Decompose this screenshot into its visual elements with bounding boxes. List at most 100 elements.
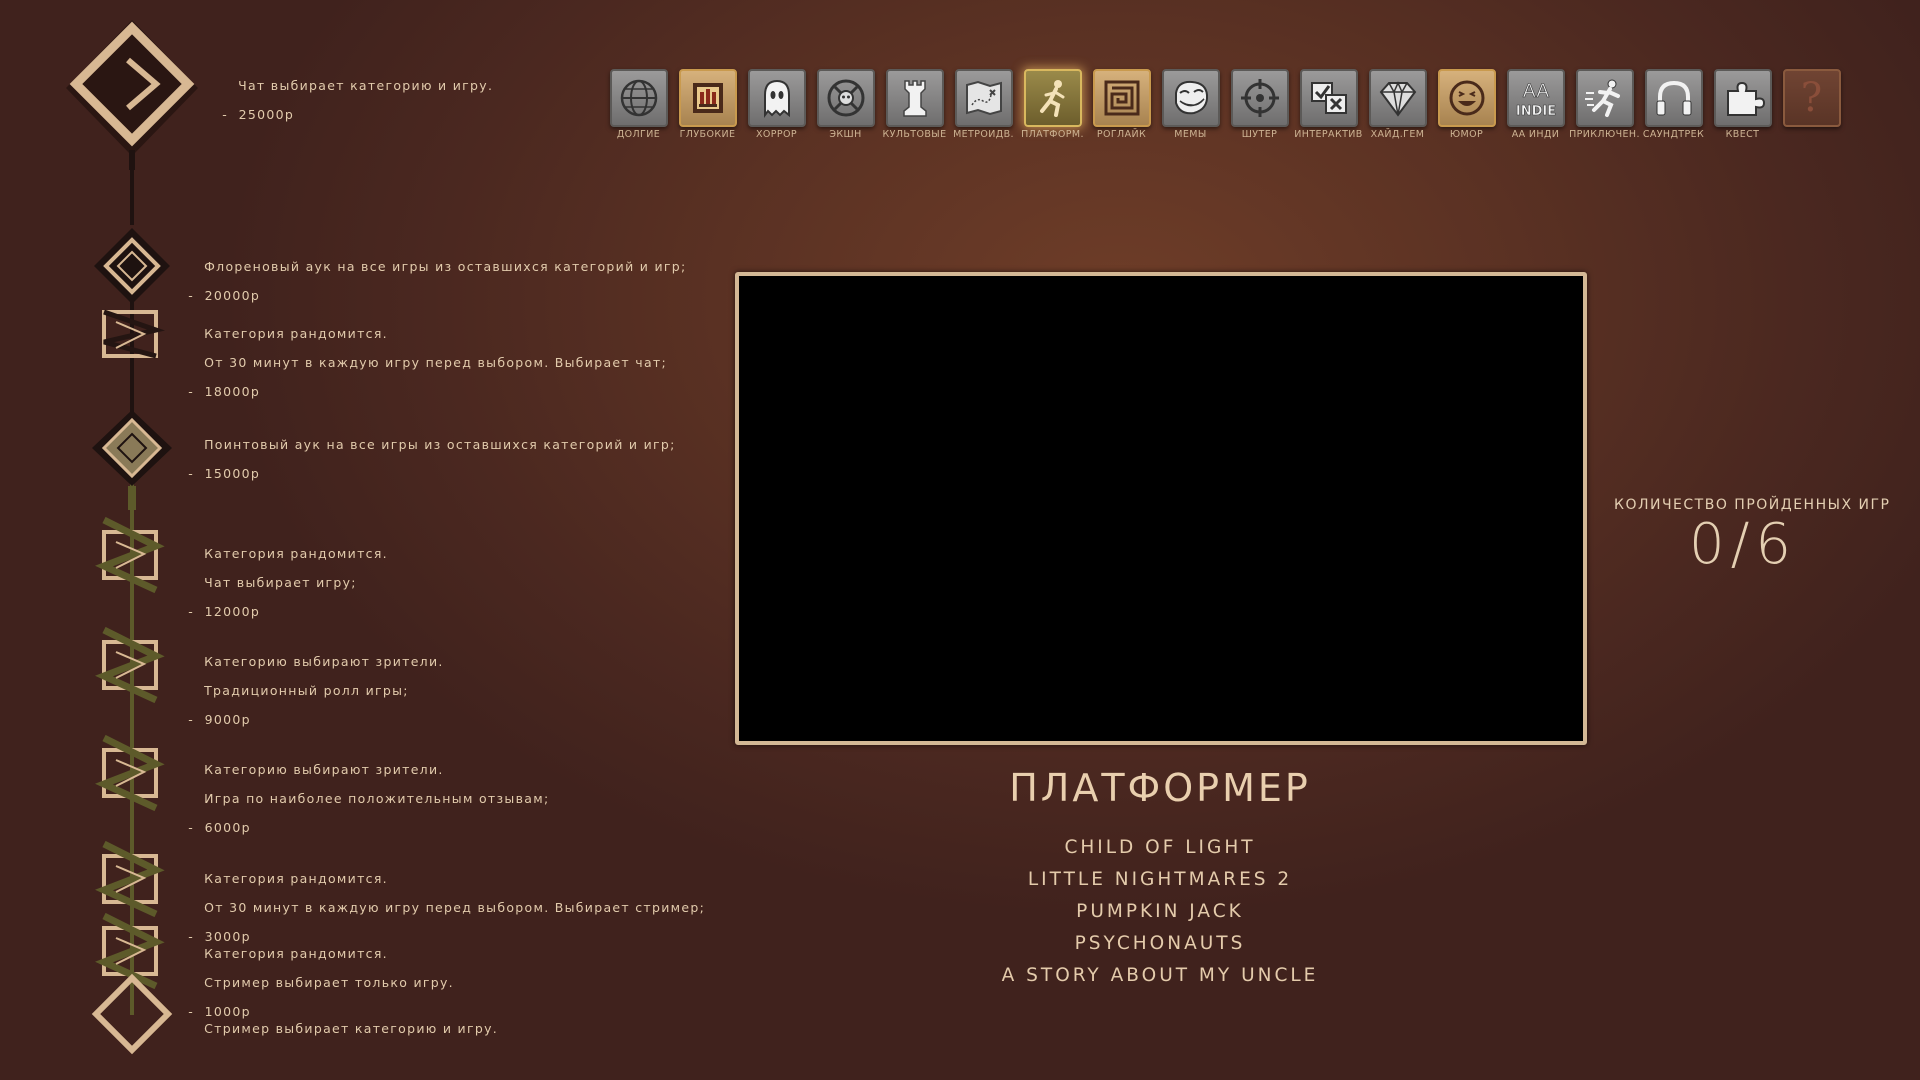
category-horror[interactable]: ХОРРОР [742, 69, 811, 145]
category-interactive[interactable]: ИНТЕРАКТИВ [1294, 69, 1363, 145]
tier-4-text: Поинтовый аук на все игры из оставшихся … [183, 423, 676, 510]
tier-7-price: - 6000р [183, 819, 251, 835]
tier-emblem-7 [95, 734, 165, 812]
choice-boxes-icon [1299, 69, 1358, 127]
category-label: МЕТРОИДВ. [953, 129, 1014, 140]
laughing-face-icon [1437, 69, 1496, 127]
category-memes[interactable]: МЕМЫ [1156, 69, 1225, 145]
diamond-gem-icon [1368, 69, 1427, 127]
tier-7-line-1: Категорию выбирают зрители. [204, 761, 444, 777]
category-label: ХОРРОР [755, 129, 798, 140]
category-metroidvania[interactable]: МЕТРОИДВ. [949, 69, 1018, 145]
category-label: КВЕСТ [1725, 129, 1760, 140]
category-label: ПРИКЛЮЧЕН. [1569, 129, 1640, 140]
category-label: ЭКШН [829, 129, 862, 140]
tier-3-line-2: От 30 минут в каждую игру перед выбором.… [204, 354, 667, 370]
stream-capture-frame [735, 272, 1587, 745]
globe-icon [609, 69, 668, 127]
category-roguelike[interactable]: РОГЛАЙК [1087, 69, 1156, 145]
tier-3-line-1: Категория рандомится. [204, 325, 388, 341]
tier-1-price: - 25000р [217, 106, 295, 122]
category-label: ШУТЕР [1241, 129, 1278, 140]
tier-5-text: Категория рандомится. Чат выбирает игру;… [183, 532, 388, 648]
aa-indie-top-text: AA [1522, 80, 1549, 102]
tier-emblem-8 [95, 840, 165, 918]
category-bar: ДОЛГИЕ ГЛУБОКИЕ ХОРРОР ЭКШН КУЛЬТОВЫЕ МЕ… [604, 69, 1846, 145]
category-long[interactable]: ДОЛГИЕ [604, 69, 673, 145]
tier-6-line-2: Традиционный ролл игры; [204, 682, 409, 698]
category-soundtrack[interactable]: САУНДТРЕК [1639, 69, 1708, 145]
category-label: РОГЛАЙК [1096, 129, 1147, 140]
tier-3-price: - 18000р [183, 383, 261, 399]
aa-indie-icon: AA INDIE [1506, 69, 1565, 127]
pixel-castle-icon [678, 69, 737, 127]
category-humor[interactable]: ЮМОР [1432, 69, 1501, 145]
tier-emblem-2 [94, 228, 170, 304]
tier-5-line-1: Категория рандомится. [204, 545, 388, 561]
game-item: A STORY ABOUT MY UNCLE [1001, 965, 1319, 986]
category-label: КУЛЬТОВЫЕ [882, 129, 947, 140]
completed-games-label: КОЛИЧЕСТВО ПРОЙДЕННЫХ ИГР [1614, 497, 1891, 513]
category-label: АА ИНДИ [1511, 129, 1560, 140]
game-item: LITTLE NIGHTMARES 2 [1027, 869, 1293, 890]
game-item: PSYCHONAUTS [1074, 933, 1246, 954]
tier-1-text: Чат выбирает категорию и игру. - 25000р [217, 64, 493, 151]
category-shooter[interactable]: ШУТЕР [1225, 69, 1294, 145]
category-label: ГЛУБОКИЕ [679, 129, 736, 140]
question-mark-glyph: ? [1800, 75, 1823, 121]
category-label: ДОЛГИЕ [616, 129, 661, 140]
category-aa-indie[interactable]: AA INDIE АА ИНДИ [1501, 69, 1570, 145]
tier-4-line-1: Поинтовый аук на все игры из оставшихся … [204, 436, 676, 452]
crosshair-icon [1230, 69, 1289, 127]
tier-7-text: Категорию выбирают зрители. Игра по наиб… [183, 748, 549, 864]
tier-8-line-2: От 30 минут в каждую игру перед выбором.… [204, 899, 706, 915]
troll-face-icon [1161, 69, 1220, 127]
category-action[interactable]: ЭКШН [811, 69, 880, 145]
aa-indie-bottom-text: INDIE [1515, 104, 1555, 119]
tier-8-line-1: Категория рандомится. [204, 870, 388, 886]
category-cult[interactable]: КУЛЬТОВЫЕ [880, 69, 949, 145]
completed-games-counter: 0/6 [1688, 512, 1798, 577]
tier-9-line-2: Стример выбирает только игру. [204, 974, 454, 990]
tier-emblem-top [66, 20, 198, 170]
headphones-icon [1644, 69, 1703, 127]
category-mystery[interactable]: ? [1777, 69, 1846, 145]
game-item: PUMPKIN JACK [1076, 901, 1244, 922]
category-label: МЕМЫ [1174, 129, 1207, 140]
crossed-swords-skull-icon [816, 69, 875, 127]
tier-3-text: Категория рандомится. От 30 минут в кажд… [183, 312, 667, 428]
tier-10-line-1: Стример выбирает категорию и игру. [204, 1020, 499, 1036]
chess-rook-icon [885, 69, 944, 127]
tier-1-line-1: Чат выбирает категорию и игру. [238, 77, 494, 93]
ghost-icon [747, 69, 806, 127]
category-hidden-gem[interactable]: ХАЙД.ГЕМ [1363, 69, 1432, 145]
tier-emblem-4 [92, 410, 172, 510]
tier-emblem-6 [95, 626, 165, 704]
tier-4-price: - 15000р [183, 465, 261, 481]
question-mark-icon: ? [1782, 69, 1841, 127]
category-label: ПЛАТФОРМ. [1021, 129, 1084, 140]
tier-5-price: - 12000р [183, 603, 261, 619]
tier-6-price: - 9000р [183, 711, 251, 727]
tier-6-text: Категорию выбирают зрители. Традиционный… [183, 640, 444, 756]
tier-6-line-1: Категорию выбирают зрители. [204, 653, 444, 669]
category-adventure[interactable]: ПРИКЛЮЧЕН. [1569, 69, 1640, 145]
selected-category-title: ПЛАТФОРМЕР [1009, 766, 1311, 810]
category-label: ИНТЕРАКТИВ [1294, 129, 1363, 140]
category-deep[interactable]: ГЛУБОКИЕ [673, 69, 742, 145]
tier-9-line-1: Категория рандомится. [204, 945, 388, 961]
tier-7-line-2: Игра по наиболее положительным отзывам; [204, 790, 550, 806]
tier-track: Чат выбирает категорию и игру. - 25000р … [0, 0, 704, 1080]
category-label: САУНДТРЕК [1642, 129, 1705, 140]
puzzle-piece-icon [1713, 69, 1772, 127]
video-area [739, 276, 1583, 741]
game-list: CHILD OF LIGHT LITTLE NIGHTMARES 2 PUMPK… [900, 832, 1420, 992]
category-quest[interactable]: КВЕСТ [1708, 69, 1777, 145]
game-item: CHILD OF LIGHT [1064, 837, 1256, 858]
tier-2-line-1: Флореновый аук на все игры из оставшихся… [204, 258, 687, 274]
sprinting-figure-icon [1575, 69, 1634, 127]
category-label: ЮМОР [1449, 129, 1484, 140]
category-platformer[interactable]: ПЛАТФОРМ. [1018, 69, 1087, 145]
tier-emblem-9 [95, 912, 165, 990]
tier-emblem-3 [102, 309, 166, 359]
